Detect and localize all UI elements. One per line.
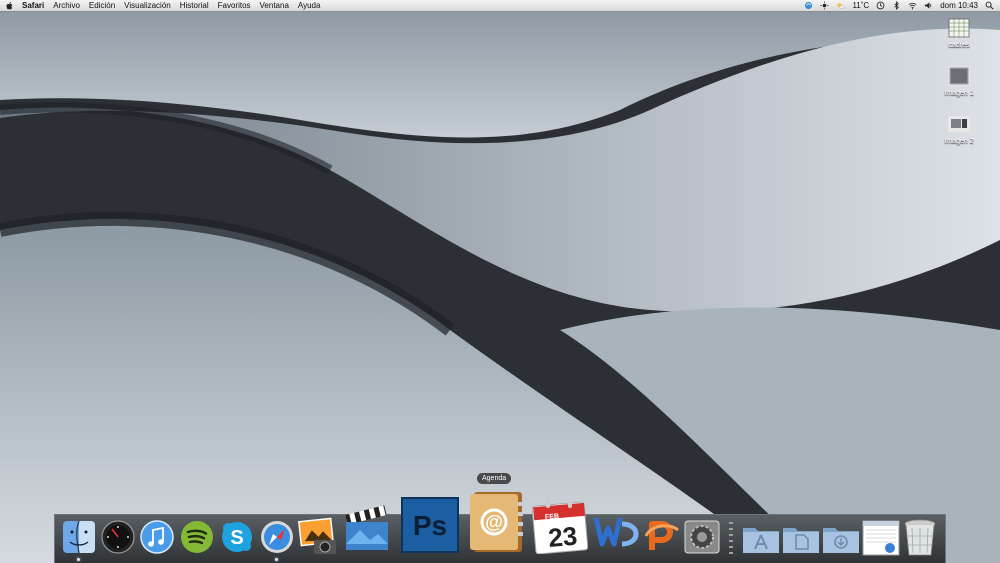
iphoto-icon[interactable]	[298, 516, 338, 556]
time-machine-icon[interactable]	[876, 1, 885, 10]
address-book-icon[interactable]: @	[468, 490, 524, 554]
menu-bar: Safari Archivo Edición Visualización His…	[0, 0, 1000, 12]
desktop-icon-cadres[interactable]: cadres	[939, 18, 979, 49]
itunes-icon[interactable]	[140, 520, 174, 554]
menu-visualizacion[interactable]: Visualización	[124, 1, 171, 10]
brightness-icon[interactable]	[820, 1, 829, 10]
svg-text:S: S	[230, 527, 243, 549]
bluetooth-icon[interactable]	[892, 1, 901, 10]
desktop-icon-label: cadres	[948, 42, 970, 49]
image-file-icon	[948, 116, 970, 132]
ical-icon[interactable]: FEB 23	[532, 496, 588, 554]
menu-safari[interactable]: Safari	[22, 1, 44, 10]
weather-temperature[interactable]: 11˚C	[852, 1, 869, 10]
menu-favoritos[interactable]: Favoritos	[218, 1, 251, 10]
system-preferences-icon[interactable]	[684, 520, 720, 554]
documents-folder-icon[interactable]	[782, 522, 820, 554]
dock-tooltip: Agenda	[477, 473, 512, 484]
powerpoint-icon[interactable]	[642, 516, 682, 554]
menu-ayuda[interactable]: Ayuda	[298, 1, 321, 10]
menu-edicion[interactable]: Edición	[89, 1, 115, 10]
sync-status-icon[interactable]	[804, 1, 813, 10]
word-icon[interactable]	[592, 514, 640, 552]
ical-day: 23	[547, 521, 578, 553]
weather-icon[interactable]	[836, 1, 846, 10]
svg-text:Ps: Ps	[413, 510, 447, 541]
trash-icon[interactable]	[902, 518, 938, 558]
imovie-icon[interactable]	[342, 504, 392, 554]
safari-icon[interactable]	[260, 520, 294, 554]
running-indicator	[275, 558, 278, 561]
menu-clock[interactable]: dom 10:43	[940, 1, 978, 10]
desktop-icon-label: Imagen 1	[944, 90, 974, 97]
finder-icon[interactable]	[62, 520, 96, 554]
menu-historial[interactable]: Historial	[180, 1, 209, 10]
desktop-icon-imagen-1[interactable]: Imagen 1	[939, 66, 979, 97]
desktop-icon-imagen-2[interactable]: Imagen 2	[939, 114, 979, 145]
menu-ventana[interactable]: Ventana	[260, 1, 289, 10]
image-file-icon	[948, 66, 970, 86]
document-stack-icon[interactable]	[862, 519, 900, 557]
desktop-icon-label: Imagen 2	[944, 138, 974, 145]
menu-archivo[interactable]: Archivo	[53, 1, 80, 10]
volume-icon[interactable]	[924, 1, 933, 10]
skype-icon[interactable]: S	[220, 520, 254, 554]
svg-text:@: @	[485, 512, 503, 532]
spotify-icon[interactable]	[180, 520, 214, 554]
ical-month: FEB	[545, 513, 560, 521]
wifi-icon[interactable]	[908, 1, 917, 10]
photoshop-icon[interactable]: Ps	[401, 497, 459, 553]
downloads-folder-icon[interactable]	[822, 522, 860, 554]
applications-folder-icon[interactable]	[742, 522, 780, 554]
spreadsheet-file-icon	[948, 18, 970, 38]
apple-icon[interactable]	[6, 1, 13, 10]
running-indicator	[77, 558, 80, 561]
dock-separator	[728, 520, 734, 556]
spotlight-search-icon[interactable]	[985, 1, 994, 10]
dashboard-icon[interactable]	[101, 520, 135, 554]
